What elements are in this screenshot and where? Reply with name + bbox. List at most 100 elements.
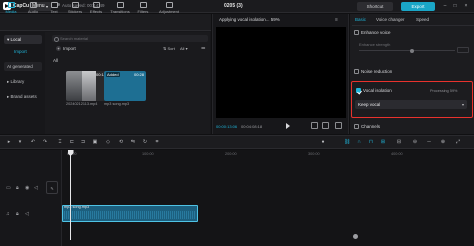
- fullscreen-icon[interactable]: [335, 122, 342, 129]
- tick-label: 300:00: [308, 152, 320, 156]
- track-type-icon: ▭: [6, 185, 11, 191]
- audio-waveform: [64, 211, 196, 219]
- slider-knob[interactable]: [410, 48, 414, 53]
- all-section-label: All: [53, 58, 59, 63]
- timeline[interactable]: [0, 150, 474, 246]
- processing-percent: Processing 59%: [430, 89, 458, 93]
- select-icon[interactable]: ▸: [6, 139, 12, 145]
- lock-icon[interactable]: 🔒︎: [16, 185, 19, 191]
- lock-icon[interactable]: 🔒︎: [16, 211, 19, 217]
- filters-icon: [139, 2, 147, 8]
- vocal-isolation-label: Vocal isolation: [363, 88, 392, 93]
- tab-label: Stickers: [67, 9, 83, 14]
- project-title[interactable]: 0205 (3): [224, 3, 243, 9]
- tab-adjustment[interactable]: Adjustment: [158, 1, 180, 16]
- sort-button[interactable]: ⇅ Sort: [163, 46, 175, 51]
- media-sidenav: ▾ Local Import AI generated ▸ Library ▸ …: [2, 33, 42, 133]
- all-filter-dropdown[interactable]: All ▾: [180, 46, 188, 51]
- tab-filters[interactable]: Filters: [135, 1, 151, 16]
- total-time: 00:04:08:18: [241, 124, 263, 129]
- audio-track-icon: ♫: [6, 211, 10, 217]
- mute-icon[interactable]: ◁: [34, 185, 38, 191]
- text-icon: [50, 2, 58, 8]
- enhance-voice-label: Enhance voice: [361, 30, 391, 35]
- zoom-in-icon[interactable]: ⊕: [440, 139, 446, 145]
- split-right-icon[interactable]: ⊐: [80, 139, 86, 145]
- sidebar-item-library[interactable]: ▸ Library: [4, 77, 42, 86]
- fit-icon[interactable]: [311, 122, 318, 129]
- sidebar-item-label: Brand assets: [10, 94, 37, 99]
- tab-speed[interactable]: Speed: [416, 17, 429, 22]
- vocal-mode-value: Keep vocal: [358, 102, 381, 107]
- tab-stickers[interactable]: Stickers: [67, 1, 83, 16]
- magnet-icon[interactable]: ∩: [356, 139, 362, 145]
- vocal-mode-select[interactable]: Keep vocal ▾: [355, 100, 467, 109]
- minimize-icon[interactable]: –: [442, 3, 448, 9]
- reverse-icon[interactable]: ⟲: [118, 139, 124, 145]
- media-search-input[interactable]: Search material: [52, 35, 208, 42]
- mute-icon[interactable]: ◁: [25, 211, 29, 217]
- undo-icon[interactable]: ↶: [30, 139, 36, 145]
- tick-label: 200:00: [225, 152, 237, 156]
- tab-voice-changer[interactable]: Voice changer: [376, 17, 405, 22]
- export-button[interactable]: Export: [401, 2, 435, 11]
- play-button[interactable]: [285, 123, 291, 129]
- tab-media[interactable]: Media: [3, 1, 19, 16]
- tick-label: 100:00: [142, 152, 154, 156]
- sidebar-item-brand-assets[interactable]: ▸ Brand assets: [4, 92, 42, 101]
- sidebar-item-local[interactable]: ▾ Local: [4, 35, 42, 44]
- media-item-video[interactable]: 00:14: [66, 71, 108, 101]
- snap-icon[interactable]: ⊓: [368, 139, 374, 145]
- noise-reduction-checkbox[interactable]: [354, 69, 359, 74]
- channels-checkbox[interactable]: [354, 124, 359, 129]
- media-item-name: mp3 song.mp3: [104, 102, 130, 106]
- preview-axis-icon[interactable]: ⊟: [396, 139, 402, 145]
- tab-effects[interactable]: Effects: [88, 1, 104, 16]
- record-icon[interactable]: ●: [320, 139, 326, 145]
- tab-label: Adjustment: [158, 9, 179, 14]
- shortcut-button[interactable]: Shortcut: [357, 2, 393, 11]
- zoom-out-icon[interactable]: ⊖: [412, 139, 418, 145]
- cover-button[interactable]: ✎: [46, 181, 58, 194]
- link-icon[interactable]: ⛓: [344, 139, 350, 145]
- eye-icon[interactable]: ◉: [25, 185, 29, 191]
- media-item-audio[interactable]: Added 00:28: [104, 71, 146, 101]
- freeze-icon[interactable]: ◇: [105, 139, 111, 145]
- vocal-isolation-checkbox[interactable]: [356, 88, 361, 93]
- maximize-icon[interactable]: □: [452, 3, 458, 9]
- zoom-slider-icon[interactable]: ─: [426, 139, 432, 145]
- more-menu-icon[interactable]: ≡: [335, 17, 338, 23]
- tab-divider: [352, 25, 474, 26]
- crop-icon[interactable]: ⌗: [154, 139, 160, 145]
- fit-timeline-icon[interactable]: ⤢: [455, 139, 461, 145]
- tab-label: Audio: [27, 9, 39, 14]
- split-icon[interactable]: ⌶: [57, 139, 63, 145]
- redo-icon[interactable]: ↷: [42, 139, 48, 145]
- import-button[interactable]: + Import: [56, 45, 84, 53]
- tab-audio[interactable]: Audio: [25, 1, 41, 16]
- media-icon: [7, 2, 15, 8]
- delete-icon[interactable]: ▣: [92, 139, 98, 145]
- mirror-icon[interactable]: ⇋: [130, 139, 136, 145]
- chevron-down-icon[interactable]: ▾: [17, 139, 23, 145]
- tab-basic[interactable]: Basic: [355, 17, 366, 22]
- rotate-icon[interactable]: ↻: [142, 139, 148, 145]
- added-badge: Added: [106, 72, 120, 77]
- enhance-voice-checkbox[interactable]: [354, 30, 359, 35]
- sidebar-item-import[interactable]: Import: [4, 47, 42, 56]
- strength-value[interactable]: [457, 47, 469, 53]
- timeline-zoom-knob[interactable]: [353, 234, 358, 239]
- enhance-strength-slider[interactable]: [359, 50, 455, 52]
- tab-label: Text: [50, 9, 58, 14]
- playhead[interactable]: [70, 150, 71, 240]
- filter-icon[interactable]: ⚌: [201, 45, 208, 51]
- tab-transitions[interactable]: Transitions: [109, 1, 131, 16]
- video-viewer[interactable]: [216, 27, 346, 118]
- ratio-icon[interactable]: [322, 122, 329, 129]
- current-time: 00:00:13:06: [216, 124, 238, 129]
- sidebar-item-ai-generated[interactable]: AI generated: [4, 62, 42, 71]
- tab-text[interactable]: Text: [46, 1, 62, 16]
- close-icon[interactable]: ×: [463, 3, 469, 9]
- linkage-icon[interactable]: ⊞: [380, 139, 386, 145]
- split-left-icon[interactable]: ⊏: [69, 139, 75, 145]
